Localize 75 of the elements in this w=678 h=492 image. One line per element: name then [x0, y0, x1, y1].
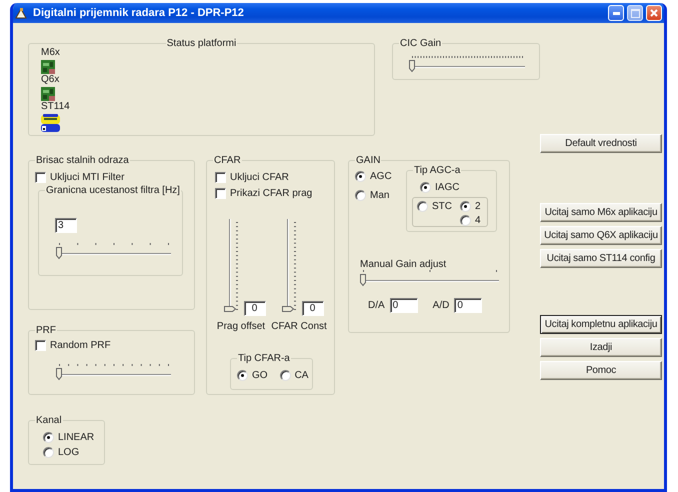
app-icon [15, 7, 28, 19]
radio-button[interactable] [355, 171, 366, 182]
slider-thumb[interactable] [282, 306, 294, 312]
dialog-button[interactable]: Ucitaj samo ST114 config [540, 249, 662, 268]
group-title: PRF [35, 324, 57, 337]
group-title: Brisac stalnih odraza [35, 154, 130, 167]
platform-label: Q6x [41, 74, 60, 86]
text-field[interactable]: 0 [302, 301, 324, 316]
radio-label: Man [370, 190, 390, 202]
checkbox[interactable] [35, 340, 46, 351]
minimize-button[interactable] [608, 5, 624, 21]
radio-button[interactable] [43, 447, 54, 458]
radio-label: STC [432, 200, 452, 212]
module-icon [41, 114, 60, 132]
minimize-icon [612, 12, 620, 14]
checkbox[interactable] [215, 188, 226, 199]
slider-thumb[interactable] [224, 306, 236, 312]
checkbox[interactable] [215, 172, 226, 183]
radio-label: IAGC [435, 182, 460, 194]
field-label: A/D [432, 300, 450, 312]
window-title: Digitalni prijemnik radara P12 - DPR-P12 [33, 7, 245, 19]
close-button[interactable] [646, 5, 662, 21]
group-title: Tip AGC-a [413, 164, 462, 177]
circuit-board-icon [41, 60, 55, 74]
text-field[interactable]: 0 [390, 298, 418, 313]
group-title: Tip CFAR-a [237, 352, 291, 365]
field-label: D/A [368, 300, 385, 312]
radio-label: CA [294, 370, 308, 382]
group-title: Kanal [35, 414, 63, 427]
platform-label: ST114 [41, 101, 70, 113]
dialog-button[interactable]: Ucitaj samo Q6X aplikaciju [540, 226, 662, 245]
checkbox-label: Ukljuci CFAR [230, 172, 289, 184]
radio-button[interactable] [237, 370, 248, 381]
radio-button[interactable] [460, 215, 471, 226]
radio-label: 2 [475, 200, 481, 212]
maximize-icon [630, 8, 640, 18]
radio-label: AGC [370, 170, 392, 182]
radio-button[interactable] [420, 182, 431, 193]
group-title: Status platformi [166, 37, 238, 50]
text-field[interactable]: 0 [244, 301, 266, 316]
slider-thumb[interactable] [360, 274, 366, 286]
platform-label: M6x [41, 47, 60, 59]
radio-button[interactable] [280, 370, 291, 381]
text-field[interactable]: 0 [454, 298, 482, 313]
radio-label: LOG [58, 446, 80, 458]
text-field[interactable]: 3 [55, 218, 77, 233]
slider-label: Prag offset [216, 321, 266, 333]
checkbox-label: Prikazi CFAR prag [230, 188, 312, 200]
radio-label: 4 [475, 214, 481, 226]
radio-button[interactable] [417, 201, 428, 212]
checkbox-label: Ukljuci MTI Filter [50, 172, 124, 184]
dialog-button[interactable]: Default vrednosti [540, 134, 662, 153]
slider-label: CFAR Const [271, 321, 327, 333]
group-title: CIC Gain [399, 37, 442, 50]
dialog-button[interactable]: Izadji [540, 338, 662, 357]
radio-label: GO [252, 370, 268, 382]
radio-label: LINEAR [58, 432, 94, 444]
group-title: Granicna ucestanost filtra [Hz] [45, 184, 181, 197]
radio-button[interactable] [43, 432, 54, 443]
radio-button[interactable] [460, 201, 471, 212]
dialog-button[interactable]: Pomoc [540, 361, 662, 380]
slider-thumb[interactable] [409, 60, 415, 72]
slider-label: Manual Gain adjust [360, 259, 446, 271]
group-title: CFAR [213, 154, 242, 167]
dialog-button[interactable]: Ucitaj samo M6x aplikaciju [540, 203, 662, 222]
slider-thumb[interactable] [56, 247, 62, 260]
radio-button[interactable] [355, 190, 366, 201]
group-title: GAIN [355, 154, 382, 167]
checkbox[interactable] [35, 172, 46, 183]
maximize-button[interactable] [627, 5, 643, 21]
circuit-board-icon [41, 87, 55, 101]
checkbox-label: Random PRF [50, 340, 111, 352]
slider-thumb[interactable] [56, 368, 62, 380]
dialog-button[interactable]: Ucitaj kompletnu aplikaciju [540, 315, 662, 334]
close-icon [650, 9, 658, 17]
